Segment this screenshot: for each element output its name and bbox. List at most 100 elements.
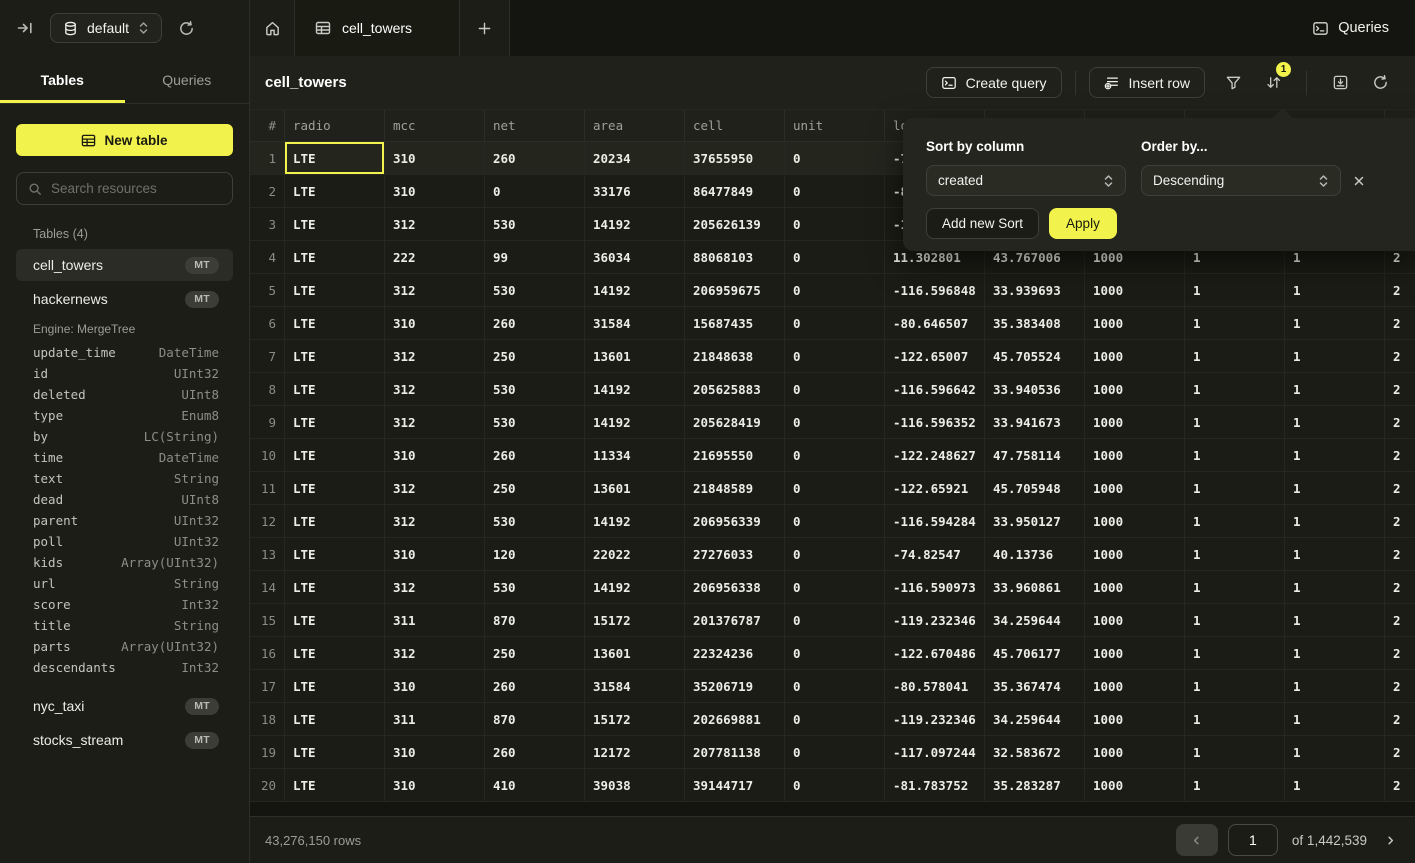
cell-lat[interactable]: 45.705948 — [985, 472, 1085, 504]
cell-range[interactable]: 1000 — [1085, 472, 1185, 504]
sidebar-table-nyc_taxi[interactable]: nyc_taxiMT — [16, 690, 233, 722]
cell-created[interactable]: 2 — [1385, 406, 1415, 438]
cell-lat[interactable]: 45.705524 — [985, 340, 1085, 372]
cell-created[interactable]: 2 — [1385, 571, 1415, 603]
cell-samples[interactable]: 1 — [1185, 703, 1285, 735]
cell-range[interactable]: 1000 — [1085, 538, 1185, 570]
cell-samples[interactable]: 1 — [1185, 439, 1285, 471]
cell-lat[interactable]: 33.950127 — [985, 505, 1085, 537]
cell-area[interactable]: 14192 — [585, 406, 685, 438]
cell-net[interactable]: 120 — [485, 538, 585, 570]
cell-cell[interactable]: 15687435 — [685, 307, 785, 339]
cell-unit[interactable]: 0 — [785, 505, 885, 537]
cell-radio[interactable]: LTE — [285, 439, 385, 471]
cell-area[interactable]: 13601 — [585, 637, 685, 669]
database-selector[interactable]: default — [50, 13, 162, 43]
cell-lat[interactable]: 45.706177 — [985, 637, 1085, 669]
cell-net[interactable]: 260 — [485, 736, 585, 768]
cell-lon[interactable]: -116.590973 — [885, 571, 985, 603]
home-tab-button[interactable] — [250, 0, 295, 56]
cell-radio[interactable]: LTE — [285, 703, 385, 735]
cell-area[interactable]: 14192 — [585, 274, 685, 306]
cell-mcc[interactable]: 310 — [385, 307, 485, 339]
cell-lat[interactable]: 35.383408 — [985, 307, 1085, 339]
cell-unit[interactable]: 0 — [785, 406, 885, 438]
cell-created[interactable]: 2 — [1385, 439, 1415, 471]
collapse-sidebar-button[interactable] — [12, 15, 38, 41]
column-header-mcc[interactable]: mcc — [385, 110, 485, 141]
cell-radio[interactable]: LTE — [285, 637, 385, 669]
cell-area[interactable]: 22022 — [585, 538, 685, 570]
cell-unit[interactable]: 0 — [785, 670, 885, 702]
sidebar-tab-tables[interactable]: Tables — [0, 56, 125, 103]
cell-cell[interactable]: 37655950 — [685, 142, 785, 174]
cell-changeable[interactable]: 1 — [1285, 439, 1385, 471]
cell-lat[interactable]: 33.940536 — [985, 373, 1085, 405]
cell-samples[interactable]: 1 — [1185, 406, 1285, 438]
cell-mcc[interactable]: 310 — [385, 142, 485, 174]
cell-lat[interactable]: 34.259644 — [985, 703, 1085, 735]
cell-range[interactable]: 1000 — [1085, 439, 1185, 471]
cell-cell[interactable]: 205628419 — [685, 406, 785, 438]
cell-net[interactable]: 250 — [485, 340, 585, 372]
cell-area[interactable]: 15172 — [585, 703, 685, 735]
cell-lon[interactable]: -80.646507 — [885, 307, 985, 339]
cell-lon[interactable]: -116.594284 — [885, 505, 985, 537]
cell-samples[interactable]: 1 — [1185, 637, 1285, 669]
cell-lon[interactable]: -119.232346 — [885, 703, 985, 735]
refresh-databases-button[interactable] — [174, 16, 199, 41]
cell-lat[interactable]: 35.367474 — [985, 670, 1085, 702]
cell-area[interactable]: 14192 — [585, 505, 685, 537]
search-input[interactable] — [51, 181, 228, 196]
cell-created[interactable]: 2 — [1385, 472, 1415, 504]
cell-range[interactable]: 1000 — [1085, 604, 1185, 636]
cell-unit[interactable]: 0 — [785, 241, 885, 273]
cell-cell[interactable]: 205625883 — [685, 373, 785, 405]
column-header-area[interactable]: area — [585, 110, 685, 141]
cell-unit[interactable]: 0 — [785, 142, 885, 174]
column-header-unit[interactable]: unit — [785, 110, 885, 141]
column-header-net[interactable]: net — [485, 110, 585, 141]
cell-samples[interactable]: 1 — [1185, 670, 1285, 702]
cell-lon[interactable]: -122.65921 — [885, 472, 985, 504]
cell-unit[interactable]: 0 — [785, 571, 885, 603]
cell-samples[interactable]: 1 — [1185, 340, 1285, 372]
cell-cell[interactable]: 21695550 — [685, 439, 785, 471]
cell-area[interactable]: 31584 — [585, 307, 685, 339]
sidebar-tab-queries[interactable]: Queries — [125, 56, 250, 103]
cell-lat[interactable]: 33.960861 — [985, 571, 1085, 603]
cell-area[interactable]: 14192 — [585, 373, 685, 405]
cell-radio[interactable]: LTE — [285, 208, 385, 240]
sort-order-select[interactable]: Descending — [1141, 165, 1341, 196]
cell-changeable[interactable]: 1 — [1285, 373, 1385, 405]
sidebar-table-hackernews[interactable]: hackernewsMT — [16, 283, 233, 315]
cell-range[interactable]: 1000 — [1085, 505, 1185, 537]
cell-samples[interactable]: 1 — [1185, 538, 1285, 570]
cell-cell[interactable]: 207781138 — [685, 736, 785, 768]
cell-unit[interactable]: 0 — [785, 340, 885, 372]
cell-radio[interactable]: LTE — [285, 571, 385, 603]
cell-lon[interactable]: -74.82547 — [885, 538, 985, 570]
cell-unit[interactable]: 0 — [785, 604, 885, 636]
cell-lon[interactable]: -122.65007 — [885, 340, 985, 372]
next-page-button[interactable] — [1381, 831, 1400, 850]
cell-changeable[interactable]: 1 — [1285, 670, 1385, 702]
cell-lat[interactable]: 34.259644 — [985, 604, 1085, 636]
cell-mcc[interactable]: 312 — [385, 505, 485, 537]
cell-mcc[interactable]: 312 — [385, 571, 485, 603]
cell-net[interactable]: 260 — [485, 670, 585, 702]
cell-mcc[interactable]: 312 — [385, 340, 485, 372]
cell-radio[interactable]: LTE — [285, 406, 385, 438]
remove-sort-button[interactable] — [1347, 165, 1371, 196]
cell-radio[interactable]: LTE — [285, 670, 385, 702]
cell-changeable[interactable]: 1 — [1285, 736, 1385, 768]
sidebar-table-stocks_stream[interactable]: stocks_streamMT — [16, 724, 233, 756]
cell-mcc[interactable]: 312 — [385, 472, 485, 504]
cell-net[interactable]: 99 — [485, 241, 585, 273]
cell-area[interactable]: 14192 — [585, 571, 685, 603]
cell-cell[interactable]: 21848638 — [685, 340, 785, 372]
cell-range[interactable]: 1000 — [1085, 406, 1185, 438]
cell-radio[interactable]: LTE — [285, 274, 385, 306]
cell-lon[interactable]: -122.670486 — [885, 637, 985, 669]
cell-mcc[interactable]: 310 — [385, 670, 485, 702]
